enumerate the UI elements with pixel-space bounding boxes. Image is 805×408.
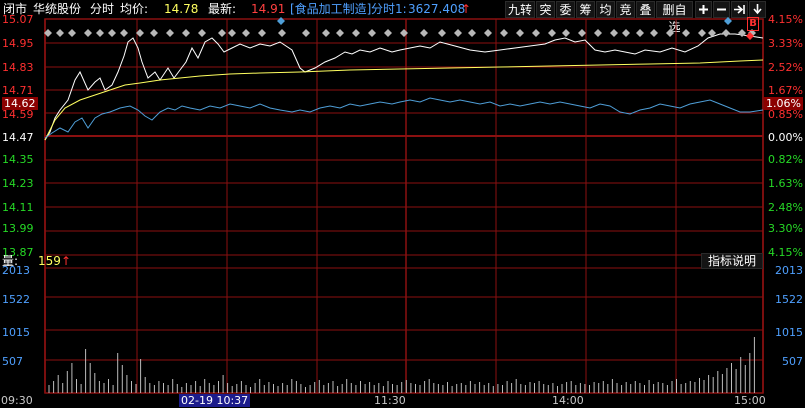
volume-axis-507: 507 (2, 355, 23, 368)
index-line (44, 97, 764, 139)
time-label-0930: 09:30 (1, 394, 33, 407)
signal-diamond (302, 29, 310, 37)
signal-diamond (516, 29, 524, 37)
signal-diamond (636, 29, 644, 37)
volume-axis-right-1522: 1522 (775, 293, 803, 306)
signal-diamond (120, 29, 128, 37)
signal-diamond (278, 29, 286, 37)
time-label-1400: 14:00 (552, 394, 584, 407)
signal-diamond (84, 29, 92, 37)
percent-axis-label: 1.67% (768, 84, 803, 97)
signal-diamond (484, 29, 492, 37)
percent-axis-label: 0.00% (768, 131, 803, 144)
percent-axis-label: 4.15% (768, 246, 803, 259)
signal-diamond-blue (724, 17, 732, 25)
signal-diamond (368, 29, 376, 37)
percent-axis-label: 1.63% (768, 177, 803, 190)
price-axis-label: 14.35 (2, 153, 34, 166)
signal-diamond (400, 29, 408, 37)
price-axis-label: 14.11 (2, 201, 34, 214)
volume-value: 159 (38, 254, 61, 268)
signal-diamond (722, 29, 730, 37)
percent-axis-label: 2.48% (768, 201, 803, 214)
price-axis-label: 13.99 (2, 222, 34, 235)
volume-axis-right-2013: 2013 (775, 264, 803, 277)
volume-axis-1522: 1522 (2, 293, 30, 306)
price-line (44, 33, 764, 141)
signal-diamond (532, 29, 540, 37)
signal-diamond (96, 29, 104, 37)
signal-diamond (610, 29, 618, 37)
time-label-selected: 02-19 10:37 (179, 394, 251, 407)
volume-axis-2013: 2013 (2, 264, 30, 277)
intraday-chart[interactable] (0, 0, 805, 408)
signal-diamond (454, 29, 462, 37)
signal-diamond (166, 29, 174, 37)
signal-diamond (258, 29, 266, 37)
indicator-help-button[interactable]: 指标说明 (701, 253, 763, 269)
signal-diamond (108, 29, 116, 37)
signal-diamond (500, 29, 508, 37)
signal-diamond (218, 29, 226, 37)
signal-diamond (68, 29, 76, 37)
signal-diamond (622, 29, 630, 37)
percent-axis-label: 0.85% (768, 108, 803, 121)
signal-diamond (468, 29, 476, 37)
signal-diamond (698, 29, 706, 37)
signal-diamond (548, 29, 556, 37)
percent-axis-label: 2.52% (768, 61, 803, 74)
signal-diamond (562, 29, 570, 37)
signal-diamond (336, 29, 344, 37)
percent-axis-label: 0.82% (768, 153, 803, 166)
signal-diamond (182, 29, 190, 37)
signal-diamond (650, 29, 658, 37)
signal-diamond (228, 29, 236, 37)
signal-diamond (150, 29, 158, 37)
signal-diamond (384, 29, 392, 37)
time-label-1500: 15:00 (734, 394, 766, 407)
chart-frame (44, 18, 764, 394)
price-lines (44, 33, 764, 141)
signal-diamond (438, 29, 446, 37)
volume-axis-right-507: 507 (782, 355, 803, 368)
signal-diamond (322, 29, 330, 37)
average-price-line (44, 59, 764, 141)
price-axis-label: 14.23 (2, 177, 34, 190)
price-axis-label: 15.07 (2, 13, 34, 26)
signal-diamond (198, 29, 206, 37)
signal-diamond-blue (277, 17, 285, 25)
signal-diamond (666, 29, 674, 37)
volume-axis-right-1015: 1015 (775, 326, 803, 339)
buy-signal-marker[interactable]: B (747, 17, 759, 31)
signal-diamond (352, 29, 360, 37)
volume-bars (48, 337, 755, 393)
price-axis-label: 14.71 (2, 84, 34, 97)
volume-up-arrow: ↑ (61, 254, 72, 268)
percent-axis-label: 4.15% (768, 13, 803, 26)
signal-diamond (420, 29, 428, 37)
price-axis-label: 14.47 (2, 131, 34, 144)
signal-diamond (682, 29, 690, 37)
time-label-1130: 11:30 (374, 394, 406, 407)
price-axis-label: 14.83 (2, 61, 34, 74)
percent-axis-label: 3.33% (768, 37, 803, 50)
percent-axis-label: 3.30% (768, 222, 803, 235)
price-axis-label: 14.59 (2, 108, 34, 121)
signal-diamond (578, 29, 586, 37)
chart-grid (44, 18, 764, 394)
volume-axis-1015: 1015 (2, 326, 30, 339)
signal-diamond (242, 29, 250, 37)
price-axis-label: 14.95 (2, 37, 34, 50)
signal-diamond (56, 29, 64, 37)
signal-diamond (594, 29, 602, 37)
signal-markers (44, 17, 756, 40)
